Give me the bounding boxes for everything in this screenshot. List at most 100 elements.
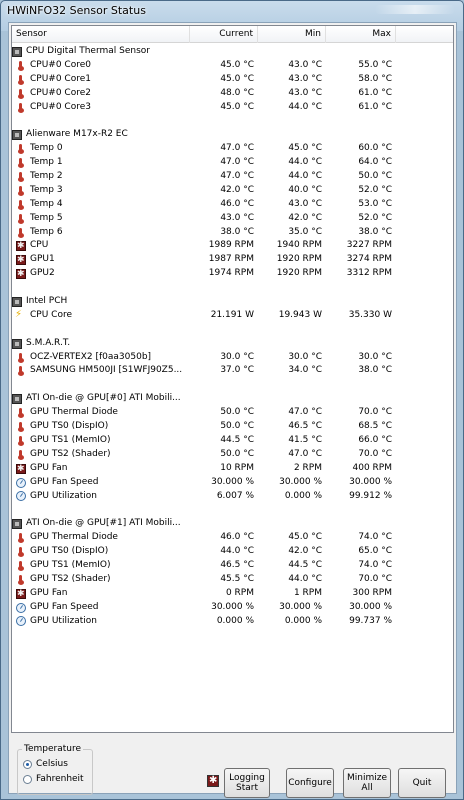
value-min: 42.0 °C	[288, 546, 322, 557]
minimize-all-button[interactable]: Minimize All	[343, 768, 391, 798]
sensor-name: S.M.A.R.T.	[26, 337, 71, 348]
column-header-max[interactable]: Max	[326, 26, 396, 43]
sensor-name: SAMSUNG HM500JI [S1WFJ90Z5...	[30, 365, 183, 376]
value-current: 1987 RPM	[208, 254, 254, 265]
sensor-name-cell: GPU Fan	[12, 462, 190, 476]
value-current: 47.0 °C	[220, 157, 254, 168]
value-current: 46.5 °C	[220, 559, 254, 570]
sensor-row[interactable]: GPU TS1 (MemIO) 44.5 °C 41.5 °C 66.0 °C	[12, 434, 453, 448]
thermometer-icon	[16, 533, 26, 544]
sensor-row[interactable]: GPU Thermal Diode 50.0 °C 47.0 °C 70.0 °C	[12, 406, 453, 420]
value-current: 46.0 °C	[220, 532, 254, 543]
sensor-name-cell: CPU#0 Core1	[12, 73, 190, 87]
sensor-row[interactable]: GPU TS0 (DispIO) 50.0 °C 46.5 °C 68.5 °C	[12, 420, 453, 434]
sensor-name: GPU TS1 (MemIO)	[30, 559, 111, 570]
sensor-row[interactable]: GPU TS0 (DispIO) 44.0 °C 42.0 °C 65.0 °C	[12, 545, 453, 559]
sensor-group-row[interactable]: S.M.A.R.T.	[12, 337, 453, 351]
sensor-row[interactable]: GPU2 1974 RPM 1920 RPM 3312 RPM	[12, 267, 453, 281]
sensor-row[interactable]: SAMSUNG HM500JI [S1WFJ90Z5... 37.0 °C 34.0…	[12, 364, 453, 378]
title-bar[interactable]: HWiNFO32 Sensor Status	[1, 1, 463, 21]
value-max: 61.0 °C	[358, 87, 392, 98]
fahrenheit-radio[interactable]	[23, 774, 32, 784]
value-current: 50.0 °C	[220, 421, 254, 432]
sensor-name-cell: CPU Core	[12, 309, 190, 323]
sensor-name-cell: Temp 6	[12, 226, 190, 240]
chip-icon	[12, 46, 22, 57]
sensor-name-cell: Temp 5	[12, 212, 190, 226]
sensor-group-row[interactable]: CPU Digital Thermal Sensor	[12, 45, 453, 59]
sensor-row[interactable]: OCZ-VERTEX2 [f0aa3050b] 30.0 °C 30.0 °C 30.…	[12, 351, 453, 365]
fan-icon	[16, 240, 26, 252]
sensor-row[interactable]: GPU TS2 (Shader) 50.0 °C 47.0 °C 70.0 °C	[12, 448, 453, 462]
sensor-name-cell: Temp 3	[12, 184, 190, 198]
sensor-name-cell: ATI On-die @ GPU[#1] ATI Mobili...	[12, 517, 190, 531]
sensor-row[interactable]: GPU Fan Speed 30.000 % 30.000 % 30.000 %	[12, 601, 453, 615]
sensor-row[interactable]: Temp 4 46.0 °C 43.0 °C 53.0 °C	[12, 198, 453, 212]
thermometer-icon	[16, 422, 26, 432]
sensor-name-cell: Temp 2	[12, 170, 190, 184]
thermometer-icon	[16, 102, 26, 113]
sensor-row[interactable]: GPU TS2 (Shader) 45.5 °C 44.0 °C 70.0 °C	[12, 573, 453, 587]
sensor-row[interactable]: CPU#0 Core1 45.0 °C 43.0 °C 58.0 °C	[12, 73, 453, 87]
value-current: 50.0 °C	[220, 407, 254, 418]
sensor-row[interactable]: Temp 3 42.0 °C 40.0 °C 52.0 °C	[12, 184, 453, 198]
column-header-sensor[interactable]: Sensor	[12, 26, 190, 43]
sensor-row[interactable]: CPU 1989 RPM 1940 RPM 3227 RPM	[12, 239, 453, 253]
sensor-name-cell: Alienware M17x-R2 EC	[12, 128, 190, 142]
sensor-name-cell: CPU#0 Core2	[12, 87, 190, 101]
sensor-name: CPU#0 Core0	[30, 59, 91, 70]
thermometer-icon	[16, 213, 26, 224]
sensor-row[interactable]: CPU#0 Core2 48.0 °C 43.0 °C 61.0 °C	[12, 87, 453, 101]
sensor-group-row[interactable]: ATI On-die @ GPU[#1] ATI Mobili...	[12, 517, 453, 531]
celsius-radio[interactable]	[23, 759, 32, 769]
column-header-min[interactable]: Min	[258, 26, 326, 43]
sensor-row[interactable]: CPU Core 21.191 W 19.943 W 35.330 W	[12, 309, 453, 323]
sensor-row[interactable]: Temp 5 43.0 °C 42.0 °C 52.0 °C	[12, 212, 453, 226]
sensor-row[interactable]: GPU Utilization 6.007 % 0.000 % 99.912 %	[12, 490, 453, 504]
spacer-row	[12, 378, 453, 392]
sensor-group-row[interactable]: ATI On-die @ GPU[#0] ATI Mobili...	[12, 392, 453, 406]
sensor-group-row[interactable]: Alienware M17x-R2 EC	[12, 128, 453, 142]
sensor-row[interactable]: Temp 1 47.0 °C 44.0 °C 64.0 °C	[12, 156, 453, 170]
value-min: 1920 RPM	[276, 254, 322, 265]
sensor-row[interactable]: CPU#0 Core0 45.0 °C 43.0 °C 55.0 °C	[12, 59, 453, 73]
sensor-row[interactable]: GPU TS1 (MemIO) 46.5 °C 44.5 °C 74.0 °C	[12, 559, 453, 573]
logging-start-button[interactable]: Logging Start	[224, 768, 270, 798]
column-header-current[interactable]: Current	[190, 26, 258, 43]
value-min: 2 RPM	[293, 462, 322, 473]
sensor-name: GPU Thermal Diode	[30, 532, 118, 543]
value-current: 37.0 °C	[220, 365, 254, 376]
sensor-rows: CPU Digital Thermal Sensor CPU#0 Core0 45.…	[12, 43, 453, 628]
sensor-name-cell: GPU Fan Speed	[12, 476, 190, 490]
sensor-list[interactable]: Sensor Current Min Max CPU Digital Therm…	[11, 25, 454, 733]
fan-icon	[16, 463, 26, 475]
value-min: 1940 RPM	[276, 240, 322, 251]
thermometer-icon	[16, 74, 26, 85]
value-current: 21.191 W	[210, 309, 254, 320]
thermometer-icon	[16, 227, 26, 238]
value-current: 43.0 °C	[220, 212, 254, 223]
celsius-option[interactable]: Celsius	[23, 759, 68, 769]
value-min: 45.0 °C	[288, 143, 322, 154]
value-current: 44.5 °C	[220, 434, 254, 445]
sensor-group-row[interactable]: Intel PCH	[12, 295, 453, 309]
fahrenheit-option[interactable]: Fahrenheit	[23, 774, 84, 784]
sensor-row[interactable]: Temp 0 47.0 °C 45.0 °C 60.0 °C	[12, 142, 453, 156]
sensor-row[interactable]: GPU1 1987 RPM 1920 RPM 3274 RPM	[12, 253, 453, 267]
sensor-row[interactable]: GPU Thermal Diode 46.0 °C 45.0 °C 74.0 °C	[12, 531, 453, 545]
column-header-filler	[396, 26, 453, 43]
sensor-name: Temp 1	[30, 157, 63, 168]
sensor-row[interactable]: GPU Fan 10 RPM 2 RPM 400 RPM	[12, 462, 453, 476]
value-min: 1 RPM	[293, 587, 322, 598]
sensor-row[interactable]: Temp 2 47.0 °C 44.0 °C 50.0 °C	[12, 170, 453, 184]
title-bar-blur	[375, 5, 455, 14]
sensor-row[interactable]: GPU Fan Speed 30.000 % 30.000 % 30.000 %	[12, 476, 453, 490]
quit-button[interactable]: Quit	[398, 768, 446, 798]
sensor-name-cell: S.M.A.R.T.	[12, 337, 190, 351]
sensor-row[interactable]: Temp 6 38.0 °C 35.0 °C 38.0 °C	[12, 226, 453, 240]
sensor-row[interactable]: GPU Utilization 0.000 % 0.000 % 99.737 %	[12, 615, 453, 629]
value-current: 30.000 %	[211, 476, 254, 487]
sensor-row[interactable]: GPU Fan 0 RPM 1 RPM 300 RPM	[12, 587, 453, 601]
configure-button[interactable]: Configure	[286, 768, 334, 798]
sensor-row[interactable]: CPU#0 Core3 45.0 °C 44.0 °C 61.0 °C	[12, 101, 453, 115]
